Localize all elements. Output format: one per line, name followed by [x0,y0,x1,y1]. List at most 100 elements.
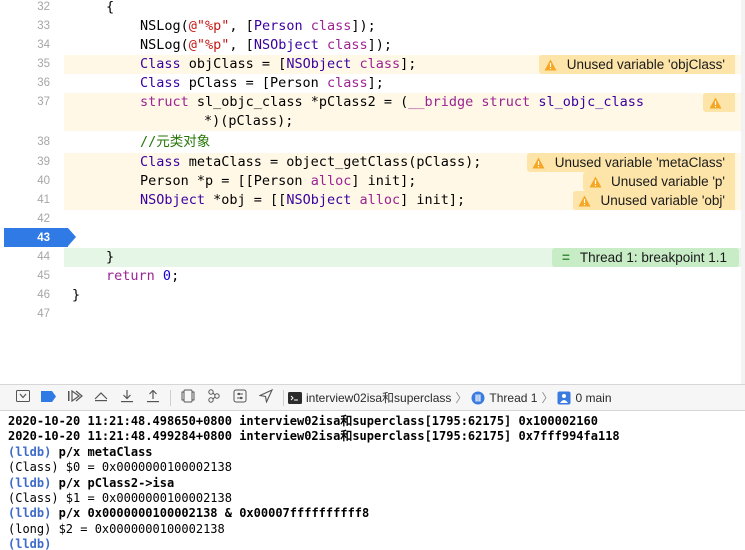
code-line: struct sl_objc_class *pClass2 = (__bridg… [64,93,745,112]
view-hierarchy-icon [181,389,195,406]
continue-button[interactable] [62,387,88,409]
step-out-icon [146,389,160,406]
code-text: Person *p = [[Person alloc] init]; [140,173,417,189]
debug-toolbar: interview02isa和superclass 〉 Thread 1 〉 0… [0,384,745,411]
line-number: 39 [37,156,50,168]
line-number: 35 [37,58,50,70]
code-line: //元类对象 [64,133,745,152]
code-text: struct sl_objc_class *pClass2 = (__bridg… [140,94,644,110]
warning-message: Unused variable 'metaClass' [554,155,725,170]
warning-message: Unused variable 'obj' [600,193,725,208]
code-line: NSLog(@"%p", [Person class]); [64,17,745,36]
console-output-line: (Class) $0 = 0x0000000100002138 [8,460,232,475]
line-number: 38 [37,136,50,148]
lldb-prompt: (lldb) [8,537,52,550]
debug-console[interactable]: 2020-10-20 11:21:48.498650+0800 intervie… [0,411,745,550]
breakpoints-toggle-button[interactable] [36,387,62,409]
console-output-line: (long) $2 = 0x0000000100002138 [8,521,225,536]
toolbar-divider [283,389,284,406]
console-output-line: (Class) $1 = 0x0000000100002138 [8,490,232,505]
warning-icon [573,191,597,210]
line-number: 37 [37,96,50,108]
console-command: p/x pClass2->isa [58,475,175,490]
hide-console-icon [16,390,30,405]
terminal-app-icon [288,391,302,404]
warning-message: Unused variable 'p' [611,174,725,189]
lldb-prompt: (lldb) [8,475,52,490]
console-command-line: (lldb) p/x metaClass [8,445,737,460]
simulate-location-icon [258,388,274,406]
code-comment: //元类对象 [140,134,211,150]
warning-icon [527,153,551,172]
breadcrumb-frame[interactable]: 0 main [557,390,612,405]
breadcrumb-frame-label: 0 main [575,390,612,405]
stack-frame-icon [557,391,571,405]
console-input-line[interactable]: (lldb) [8,537,737,550]
breadcrumb-thread[interactable]: Thread 1 [471,391,537,405]
continue-icon [67,389,83,405]
warning-badge[interactable]: Unused variable 'p' [583,172,735,191]
warning-badge[interactable]: Unused variable 'objClass' [538,55,735,74]
breadcrumb-thread-label: Thread 1 [489,390,538,405]
toolbar-divider [170,389,171,406]
breadcrumb-target[interactable]: interview02isa和superclass [288,389,451,406]
code-area[interactable]: { NSLog(@"%p", [Person class]); NSLog(@"… [64,0,745,384]
console-log-line: 2020-10-20 11:21:48.498650+0800 intervie… [8,414,598,428]
line-number: 40 [37,175,50,187]
console-command-line: (lldb) p/x pClass2->isa [8,476,737,491]
step-over-icon [93,390,109,405]
line-number: 41 [37,194,50,206]
code-text: NSLog(@"%p", [NSObject class]); [140,37,393,53]
code-line: } = Thread 1: breakpoint 1.1 [64,248,745,267]
breakpoint-badge[interactable]: = Thread 1: breakpoint 1.1 [551,248,739,267]
warning-icon [583,172,607,191]
environment-overrides-button[interactable] [227,387,253,409]
line-number: 33 [37,20,50,32]
code-text: } [106,249,115,265]
step-into-button[interactable] [114,387,140,409]
line-number: 36 [37,77,50,89]
console-log-line: 2020-10-20 11:21:48.499284+0800 intervie… [8,429,620,444]
line-number-gutter[interactable]: 32 33 34 35 36 37 38 39 40 41 42 43 44 4… [0,0,76,384]
line-number-active: 43 [37,232,50,244]
editor-scrollbar[interactable] [741,0,745,384]
step-out-button[interactable] [140,387,166,409]
warning-badge[interactable]: Unused variable 'metaClass' [526,153,735,172]
hide-console-button[interactable] [10,387,36,409]
lldb-prompt: (lldb) [8,444,52,459]
code-line: return 0; [64,267,745,286]
code-line: Class metaClass = object_getClass(pClass… [64,153,745,172]
code-text: { [106,0,115,15]
code-text: Class pClass = [Person class]; [140,75,384,91]
warning-badge[interactable]: Unused variable 'obj' [572,191,735,210]
code-text: } [72,287,81,303]
code-text: Class objClass = [NSObject class]; [140,56,417,72]
code-line: NSObject *obj = [[NSObject alloc] init];… [64,191,745,210]
warning-icon [703,93,727,112]
line-number: 32 [37,1,50,13]
breakpoint-message: Thread 1: breakpoint 1.1 [579,250,727,265]
warning-icon [539,55,563,74]
step-over-button[interactable] [88,387,114,409]
simulate-location-button[interactable] [253,387,279,409]
line-number: 34 [37,39,50,51]
code-line: Class pClass = [Person class]; [64,74,745,93]
line-number: 42 [37,213,50,225]
code-text: Class metaClass = object_getClass(pClass… [140,154,482,170]
source-editor[interactable]: 32 33 34 35 36 37 38 39 40 41 42 43 44 4… [0,0,745,384]
view-hierarchy-button[interactable] [175,387,201,409]
step-into-icon [120,389,134,406]
thread-icon: = [561,250,570,265]
line-number: 45 [37,270,50,282]
memory-graph-button[interactable] [201,387,227,409]
code-text: NSObject *obj = [[NSObject alloc] init]; [140,192,466,208]
thread-icon [471,391,485,405]
warning-message: Unused variable 'objClass' [566,57,725,72]
code-text: NSLog(@"%p", [Person class]); [140,18,376,34]
line-number: 46 [37,289,50,301]
breadcrumb-target-label: interview02isa和superclass [306,391,452,405]
warning-badge[interactable] [703,93,735,112]
memory-graph-icon [207,389,221,406]
code-line: Person *p = [[Person alloc] init]; Unuse… [64,172,745,191]
line-number: 44 [37,251,50,263]
